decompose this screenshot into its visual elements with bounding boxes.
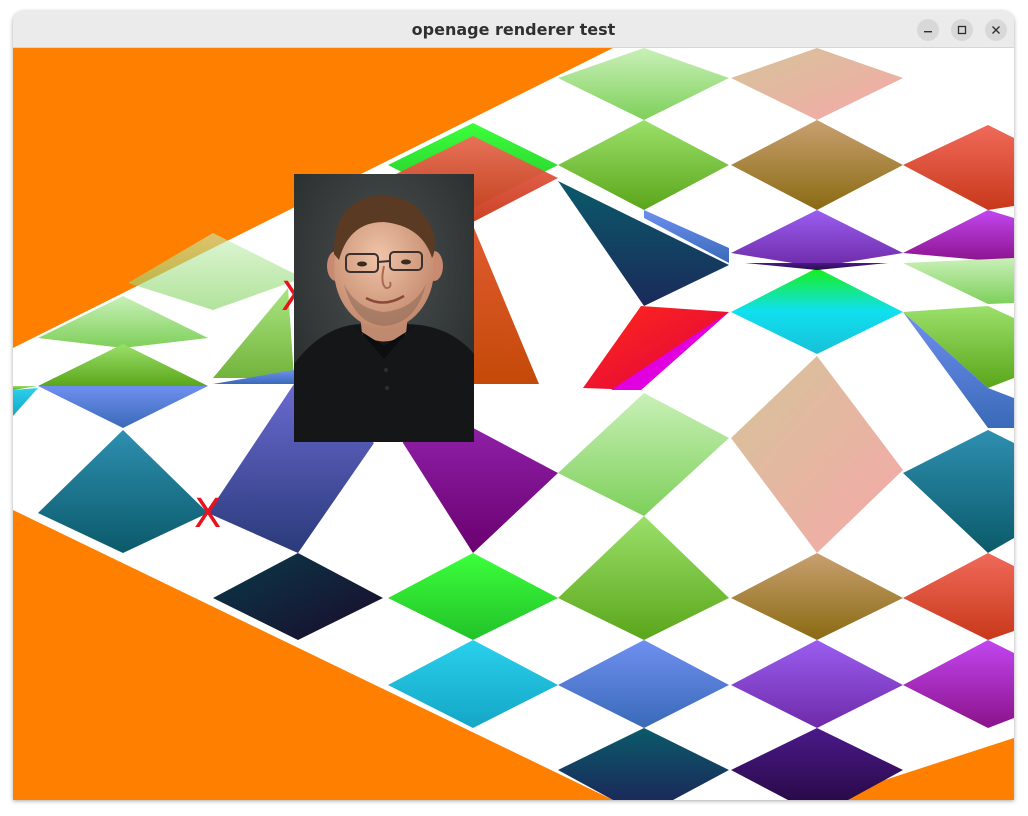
maximize-icon	[957, 25, 967, 35]
close-button[interactable]	[985, 19, 1007, 41]
minimize-icon	[924, 31, 932, 33]
marker-x: X	[194, 491, 221, 537]
maximize-button[interactable]	[951, 19, 973, 41]
title-bar[interactable]: openage renderer test	[13, 11, 1014, 48]
close-icon	[992, 26, 1000, 34]
portrait-photo	[294, 174, 474, 442]
portrait-sprite	[294, 174, 474, 442]
window-title: openage renderer test	[411, 20, 616, 39]
minimize-button[interactable]	[917, 19, 939, 41]
render-viewport[interactable]: X X	[13, 48, 1014, 800]
render-scene: X X	[13, 48, 1014, 800]
app-window: openage renderer test X	[13, 11, 1014, 800]
